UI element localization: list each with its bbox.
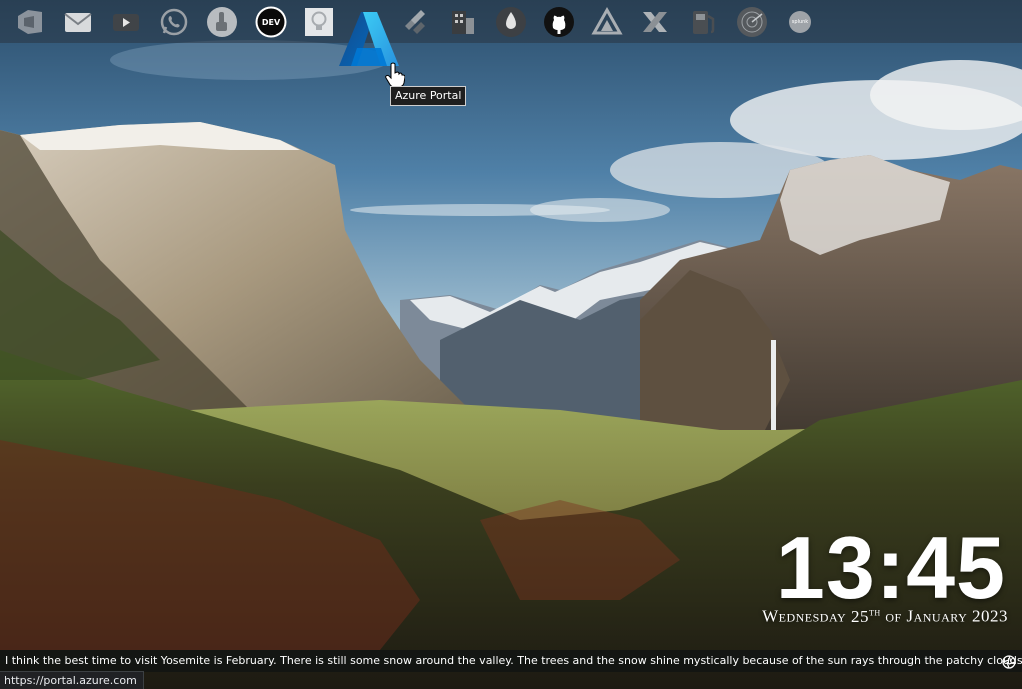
date-of: of [885, 606, 902, 626]
dock-radar-button[interactable] [736, 6, 768, 38]
dock-app-5-button[interactable] [206, 6, 238, 38]
date-day: 25th [850, 606, 881, 626]
x-icon [643, 12, 667, 32]
dock-app-14-button[interactable] [639, 6, 671, 38]
clock-date: Wednesday 25th of January 2023 [762, 606, 1008, 627]
splunk-label: splunk [791, 19, 809, 25]
dock-app-10-button[interactable] [447, 6, 479, 38]
radar-icon [737, 7, 767, 37]
dock-jira-button[interactable] [399, 6, 431, 38]
triangle-icon [591, 6, 623, 35]
dock-ideas-button[interactable] [303, 6, 335, 38]
stack-arrow-icon [18, 10, 42, 34]
dock-mail-button[interactable] [62, 6, 94, 38]
dock-whatsapp-button[interactable] [158, 6, 190, 38]
play-icon [113, 14, 139, 31]
camera-aperture-icon[interactable] [1002, 655, 1016, 669]
dev-label: DEV [261, 17, 281, 27]
azure-portal-tooltip: Azure Portal [390, 86, 467, 106]
building-icon [452, 11, 474, 34]
dock-app-13-button[interactable] [591, 6, 623, 38]
date-year: 2023 [972, 606, 1008, 626]
dock-video-button[interactable] [110, 6, 142, 38]
dock-app-11-button[interactable] [495, 6, 527, 38]
link-status-url: https://portal.azure.com [0, 671, 144, 689]
dock-dev-button[interactable]: DEV [255, 6, 287, 38]
date-weekday: Wednesday [762, 606, 847, 626]
dock-fuel-button[interactable] [688, 6, 720, 38]
jira-icon [405, 10, 425, 34]
lightbulb-icon [305, 8, 333, 36]
dock-app-1-button[interactable] [14, 6, 46, 38]
flame-icon [496, 7, 526, 37]
dock-splunk-button[interactable]: splunk [784, 6, 816, 38]
mail-icon [64, 13, 92, 32]
wallpaper-caption: I think the best time to visit Yosemite … [0, 650, 1022, 672]
clock-time: 13:45 [775, 518, 1006, 617]
hand-icon [207, 7, 237, 37]
date-month: January [906, 606, 968, 626]
whatsapp-icon [160, 8, 188, 36]
fuel-icon [693, 11, 715, 34]
github-icon [544, 7, 574, 37]
hand-pointer-cursor-icon [385, 62, 405, 88]
date-day-suffix: th [868, 606, 881, 618]
app-launcher-dock: DEV splunk [0, 0, 1022, 66]
dock-github-button[interactable] [543, 6, 575, 38]
